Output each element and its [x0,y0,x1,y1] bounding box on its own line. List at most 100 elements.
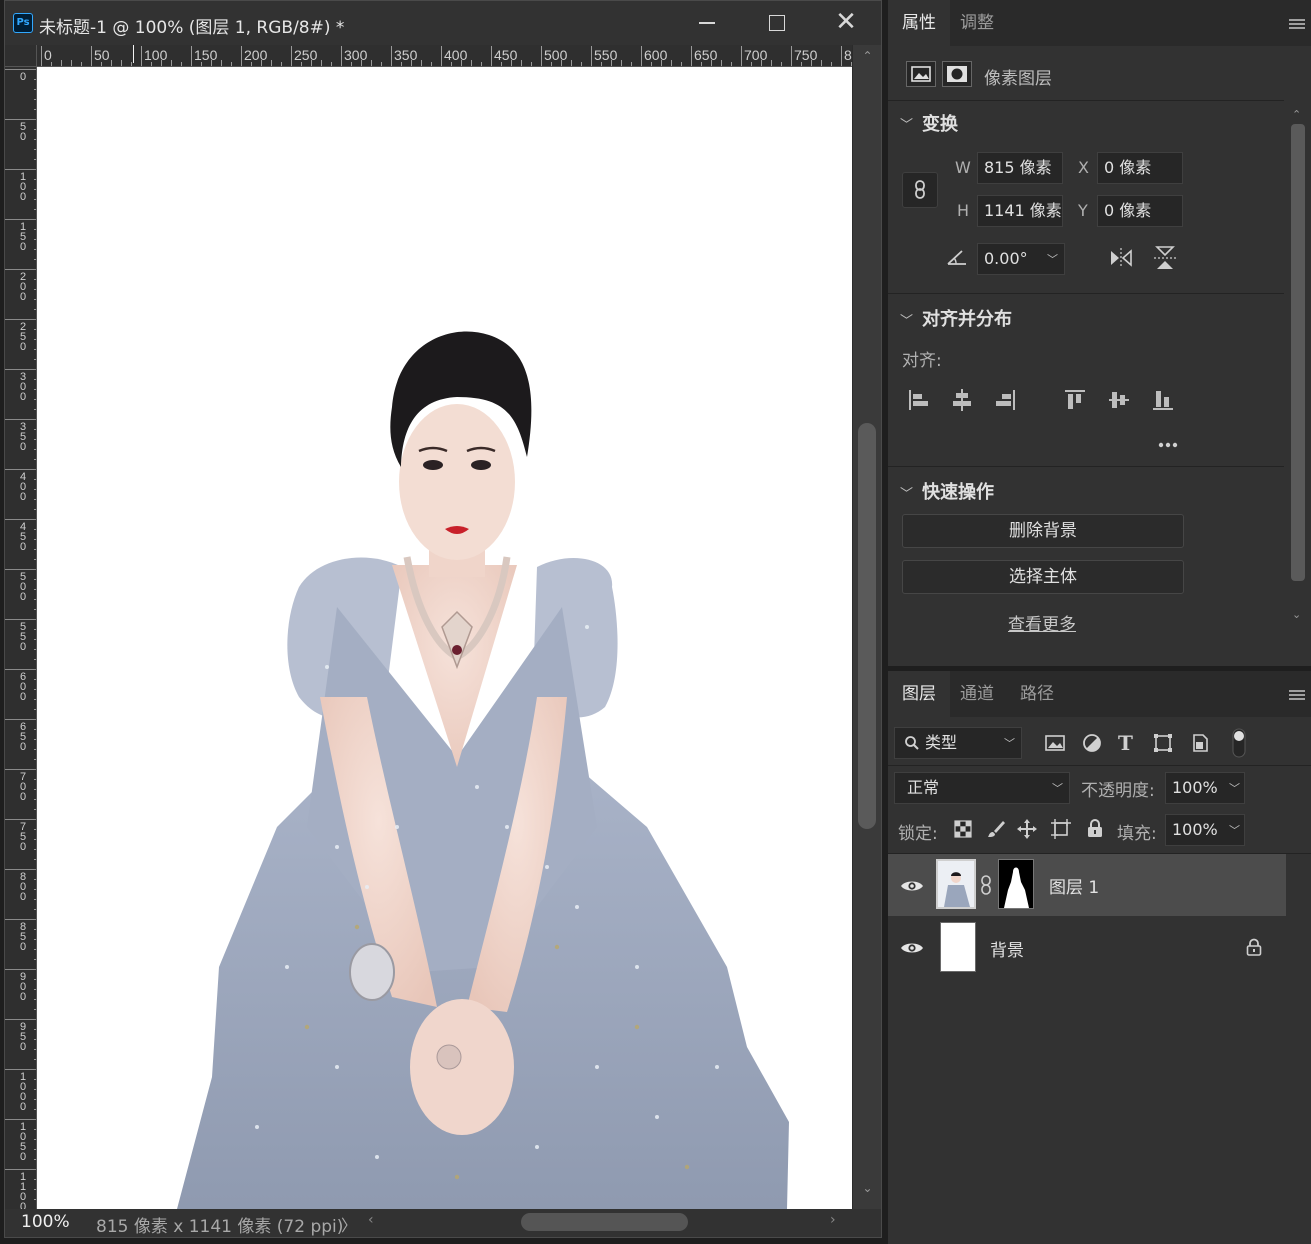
lock-image-pixels-brush-icon[interactable] [986,819,1006,843]
layer-mask-icon[interactable] [942,61,972,87]
panel-menu-icon[interactable] [1289,690,1305,702]
scroll-down-arrow-icon[interactable]: ⌄ [1292,608,1301,621]
flip-vertical-icon[interactable] [1152,244,1178,276]
ruler-major-tick [91,46,92,66]
ruler-minor-tick [271,60,272,66]
lock-artboard-icon[interactable] [1050,818,1072,844]
select-subject-button[interactable]: 选择主体 [902,560,1184,594]
ruler-major-tick [341,46,342,66]
ruler-label: 900 [19,971,27,1003]
maximize-button[interactable] [761,9,791,37]
horizontal-ruler[interactable]: 0 50 100 150 200 250 300 350 400 450 500 550 600 650 7… [37,45,852,67]
divider [888,293,1284,294]
transform-collapse-chevron-icon[interactable]: ﹀ [900,114,913,133]
scroll-up-arrow-icon[interactable]: ⌃ [1292,108,1301,121]
ruler-minor-tick [671,60,672,66]
layer-locked-icon[interactable] [1246,938,1262,960]
x-position-field[interactable]: 0 像素 [1097,152,1183,184]
lock-position-move-icon[interactable] [1016,818,1038,844]
ruler-label: 300 [344,47,368,63]
opacity-chevron-icon[interactable]: ﹀ [1229,780,1240,796]
layers-tabbar: 图层 通道 路径 [888,671,1311,717]
y-position-field[interactable]: 0 像素 [1097,195,1183,227]
align-left-edges-icon[interactable] [908,388,930,416]
quick-actions-section-title[interactable]: 快速操作 [922,478,994,504]
tab-layers[interactable]: 图层 [888,671,950,717]
width-field[interactable]: 815 像素 [977,152,1063,184]
filter-dropdown-chevron-icon[interactable]: ﹀ [1004,735,1015,751]
close-button[interactable]: ✕ [831,9,861,37]
ruler-origin-corner[interactable] [5,45,37,67]
blend-mode-select[interactable]: 正常 [894,772,1070,804]
height-field[interactable]: 1141 像素 [977,195,1063,227]
filter-pixel-layers-icon[interactable] [1044,733,1066,757]
ruler-minor-tick [481,62,482,66]
visibility-eye-icon[interactable] [900,878,924,892]
layer-1-mask-thumbnail[interactable] [998,859,1034,909]
visibility-eye-icon[interactable] [900,940,924,954]
filter-adjustment-layers-icon[interactable] [1081,732,1103,758]
filter-shape-layers-icon[interactable] [1152,732,1174,758]
scroll-down-arrow-icon[interactable]: ⌄ [853,1181,882,1197]
vertical-scroll-thumb[interactable] [858,423,876,829]
fill-chevron-icon[interactable]: ﹀ [1229,822,1240,838]
ruler-label: 800 [19,871,27,903]
properties-scrollbar[interactable]: ⌃ ⌄ [1289,108,1307,628]
vertical-scrollbar[interactable]: ⌃ ⌄ [852,45,881,1209]
tab-paths[interactable]: 路径 [1006,671,1068,717]
scroll-right-arrow-icon[interactable]: › [830,1212,836,1228]
layer-name[interactable]: 背景 [990,936,1024,961]
zoom-level-field[interactable]: 100% [21,1212,70,1232]
ruler-minor-tick [321,60,322,66]
mask-link-chain-icon[interactable] [980,874,992,900]
layer-row-layer-1[interactable]: 图层 1 [888,854,1286,916]
align-top-edges-icon[interactable] [1064,388,1086,416]
align-right-edges-icon[interactable] [994,388,1016,416]
ruler-major-tick [5,819,36,820]
filter-smart-objects-icon[interactable] [1190,732,1210,758]
portrait-image [177,331,789,1209]
panel-menu-icon[interactable] [1289,19,1305,31]
background-layer-thumbnail[interactable] [940,922,976,972]
layer-row-background[interactable]: 背景 [888,916,1286,978]
tab-adjustments[interactable]: 调整 [946,0,1008,46]
align-section-title[interactable]: 对齐并分布 [922,305,1012,331]
horizontal-scroll-thumb[interactable] [521,1213,688,1231]
more-options-icon[interactable] [1157,436,1179,458]
image-canvas[interactable] [37,67,852,1209]
ruler-label: 250 [294,47,318,63]
align-bottom-edges-icon[interactable] [1152,388,1174,416]
scroll-up-arrow-icon[interactable]: ⌃ [853,49,882,65]
filter-toggle-switch[interactable] [1232,728,1246,762]
blend-mode-chevron-icon[interactable]: ﹀ [1052,780,1063,796]
properties-scroll-thumb[interactable] [1291,124,1305,581]
ruler-minor-tick [71,60,72,66]
view-more-link[interactable]: 查看更多 [1008,610,1076,635]
angle-dropdown-chevron-icon[interactable]: ﹀ [1047,251,1058,267]
scroll-left-arrow-icon[interactable]: ‹ [368,1212,374,1228]
filter-type-layers-icon[interactable]: T [1118,731,1133,755]
lock-all-icon[interactable] [1086,818,1104,842]
vertical-ruler[interactable]: 0 50 100 150 200 250 300 350 400 450 500 550 600 650 7… [5,67,37,1209]
document-titlebar[interactable]: Ps 未标题-1 @ 100% (图层 1, RGB/8#) * ✕ [5,1,881,45]
tab-channels[interactable]: 通道 [946,671,1008,717]
ruler-label: 50 [19,121,27,143]
layer-name[interactable]: 图层 1 [1049,873,1099,898]
remove-background-button[interactable]: 删除背景 [902,514,1184,548]
align-collapse-chevron-icon[interactable]: ﹀ [900,310,913,329]
height-label: H [957,201,970,220]
layer-1-image-thumbnail[interactable] [936,859,976,909]
align-vertical-centers-icon[interactable] [1108,388,1130,416]
tab-properties[interactable]: 属性 [888,0,950,46]
status-menu-arrow-icon[interactable]: 〉 [341,1212,357,1236]
link-dimensions-button[interactable] [902,172,938,208]
blend-mode-value: 正常 [907,778,940,797]
lock-transparent-pixels-icon[interactable] [954,820,972,842]
flip-horizontal-icon[interactable] [1108,246,1134,274]
quick-actions-collapse-chevron-icon[interactable]: ﹀ [900,483,913,502]
document-title: 未标题-1 @ 100% (图层 1, RGB/8#) * [39,18,345,38]
transform-section-title[interactable]: 变换 [922,110,958,136]
align-horizontal-centers-icon[interactable] [951,388,973,416]
ruler-minor-tick [421,60,422,66]
minimize-button[interactable] [692,9,722,37]
